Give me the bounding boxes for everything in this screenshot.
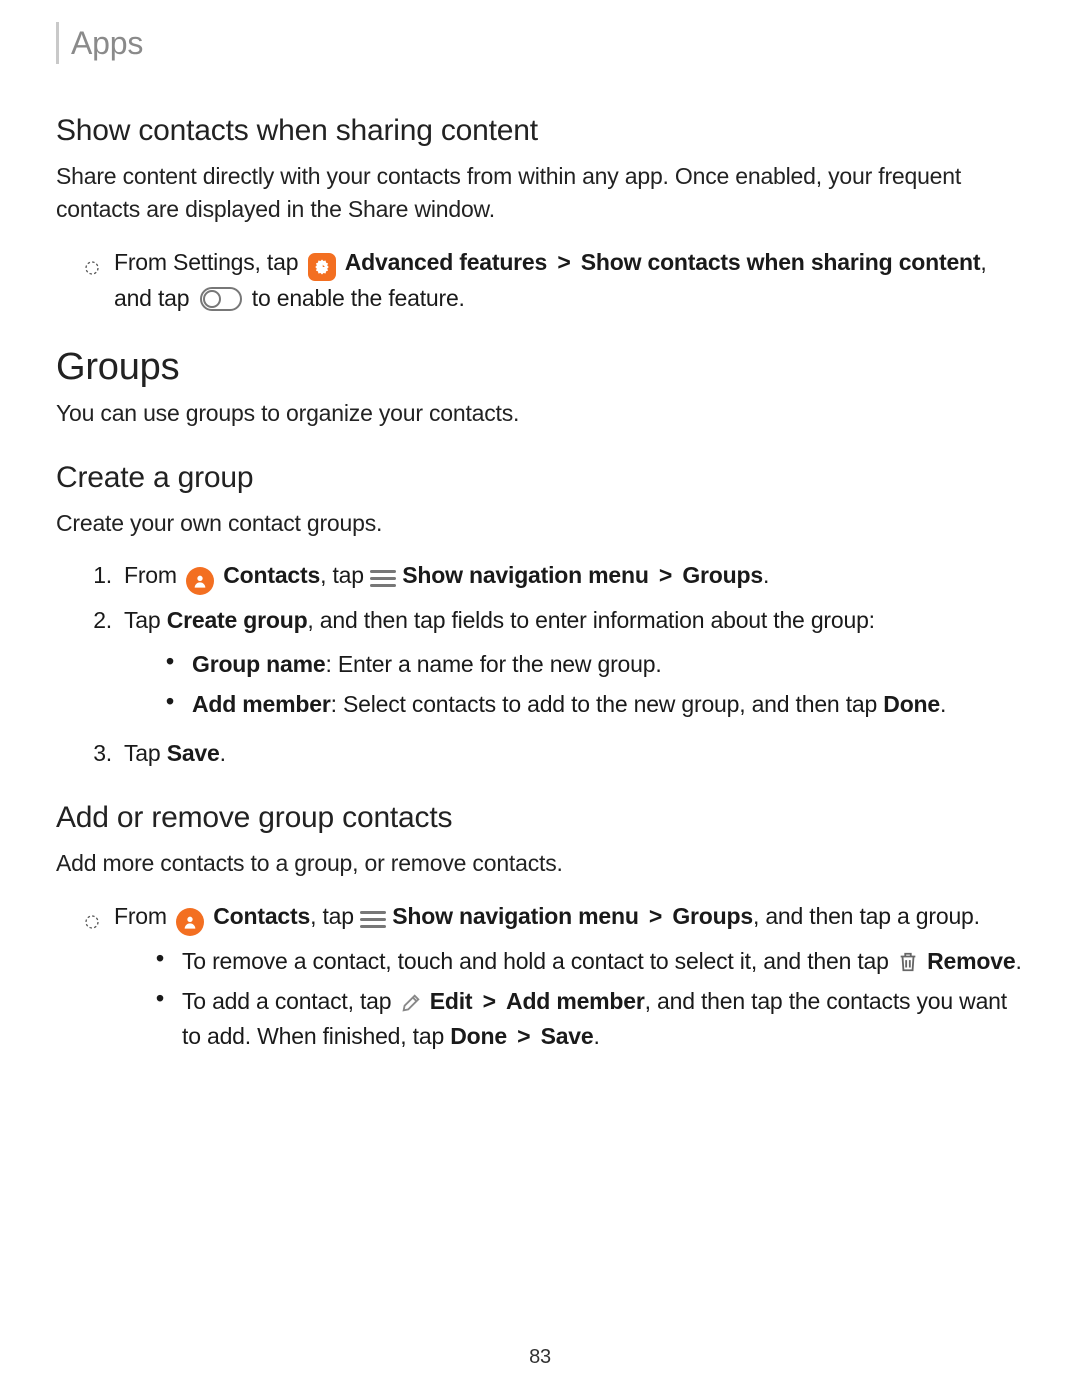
advanced-features-icon <box>308 253 336 281</box>
step-1: 1. From Contacts, tap Show navigation me… <box>84 558 1024 595</box>
text-from: From <box>114 903 167 929</box>
section-groups: Groups You can use groups to organize yo… <box>56 346 1024 430</box>
label-add-member: Add member <box>192 691 331 717</box>
label-groups-crumb: Groups <box>682 562 763 588</box>
period: . <box>220 740 226 766</box>
bullet-remove-contact: • To remove a contact, touch and hold a … <box>156 944 1024 979</box>
hamburger-icon <box>370 568 396 588</box>
text-from: From <box>124 562 177 588</box>
label-done: Done <box>450 1023 507 1049</box>
label-edit: Edit <box>430 988 473 1014</box>
label-add-member: Add member <box>506 988 645 1014</box>
label-show-nav-menu: Show navigation menu <box>402 562 648 588</box>
section-add-remove: Add or remove group contacts Add more co… <box>56 801 1024 1059</box>
heading-show-contacts: Show contacts when sharing content <box>56 114 1024 148</box>
label-group-name: Group name <box>192 651 325 677</box>
chevron: > <box>483 988 496 1014</box>
circle-bullet-icon <box>84 905 100 941</box>
step-3: 3. Tap Save. <box>84 736 1024 772</box>
intro-groups: You can use groups to organize your cont… <box>56 397 1024 430</box>
text-tap-word: Tap <box>124 607 167 633</box>
heading-create-group: Create a group <box>56 461 1024 495</box>
period: . <box>1015 948 1021 974</box>
bullet-group-name: • Group name: Enter a name for the new g… <box>166 647 1024 682</box>
chevron: > <box>649 903 662 929</box>
contacts-icon <box>176 908 204 936</box>
text-tap-word: Tap <box>124 740 167 766</box>
label-show-nav-menu: Show navigation menu <box>392 903 638 929</box>
dot-bullet-icon: • <box>166 687 182 717</box>
section-show-contacts: Show contacts when sharing content Share… <box>56 114 1024 316</box>
text-enable-feature: to enable the feature. <box>252 285 465 311</box>
text-create-group-tail: , and then tap fields to enter informati… <box>307 607 874 633</box>
step-number: 1. <box>84 558 112 594</box>
step-number: 3. <box>84 736 112 772</box>
period: . <box>594 1023 600 1049</box>
trash-icon <box>897 950 919 974</box>
text-from-settings: From Settings, tap <box>114 249 298 275</box>
circle-bullet-icon <box>84 251 100 287</box>
section-create-group: Create a group Create your own contact g… <box>56 461 1024 772</box>
period: . <box>940 691 946 717</box>
toggle-icon <box>200 287 242 311</box>
text-add-lead: To add a contact, tap <box>182 988 391 1014</box>
breadcrumb-bar <box>56 22 59 64</box>
page-number: 83 <box>0 1346 1080 1369</box>
step-2: 2. Tap Create group, and then tap fields… <box>84 603 1024 728</box>
breadcrumb-label: Apps <box>71 25 143 62</box>
label-groups-crumb: Groups <box>672 903 753 929</box>
hamburger-icon <box>360 909 386 929</box>
label-advanced-features: Advanced features <box>345 249 547 275</box>
intro-add-remove: Add more contacts to a group, or remove … <box>56 847 1024 880</box>
text-tap: , tap <box>320 562 364 588</box>
label-save: Save <box>167 740 220 766</box>
text-group-name-tail: : Enter a name for the new group. <box>325 651 661 677</box>
dot-bullet-icon: • <box>156 984 172 1014</box>
bullet-add-member: • Add member: Select contacts to add to … <box>166 687 1024 722</box>
text-and-tap-group: , and then tap a group. <box>753 903 980 929</box>
intro-show-contacts: Share content directly with your contact… <box>56 160 1024 227</box>
text-remove-lead: To remove a contact, touch and hold a co… <box>182 948 889 974</box>
breadcrumb: Apps <box>56 22 1024 64</box>
heading-groups: Groups <box>56 346 1024 389</box>
bullet-add-contact: • To add a contact, tap Edit > Add membe… <box>156 984 1024 1053</box>
label-save: Save <box>541 1023 594 1049</box>
label-contacts: Contacts <box>213 903 310 929</box>
text-add-member-tail: : Select contacts to add to the new grou… <box>331 691 884 717</box>
dot-bullet-icon: • <box>156 944 172 974</box>
step-number: 2. <box>84 603 112 639</box>
edit-icon <box>400 992 422 1014</box>
chevron: > <box>517 1023 530 1049</box>
step-from-contacts: From Contacts, tap Show navigation menu … <box>84 899 1024 1060</box>
chevron: > <box>557 249 570 275</box>
heading-add-remove: Add or remove group contacts <box>56 801 1024 835</box>
step-from-settings: From Settings, tap Advanced features > S… <box>84 245 1024 317</box>
dot-bullet-icon: • <box>166 647 182 677</box>
period: . <box>763 562 769 588</box>
label-contacts: Contacts <box>223 562 320 588</box>
contacts-icon <box>186 567 214 595</box>
label-show-contacts-sharing: Show contacts when sharing content <box>581 249 981 275</box>
label-remove: Remove <box>927 948 1015 974</box>
label-done: Done <box>883 691 940 717</box>
chevron: > <box>659 562 672 588</box>
label-create-group: Create group <box>167 607 308 633</box>
intro-create-group: Create your own contact groups. <box>56 507 1024 540</box>
text-tap: , tap <box>310 903 354 929</box>
